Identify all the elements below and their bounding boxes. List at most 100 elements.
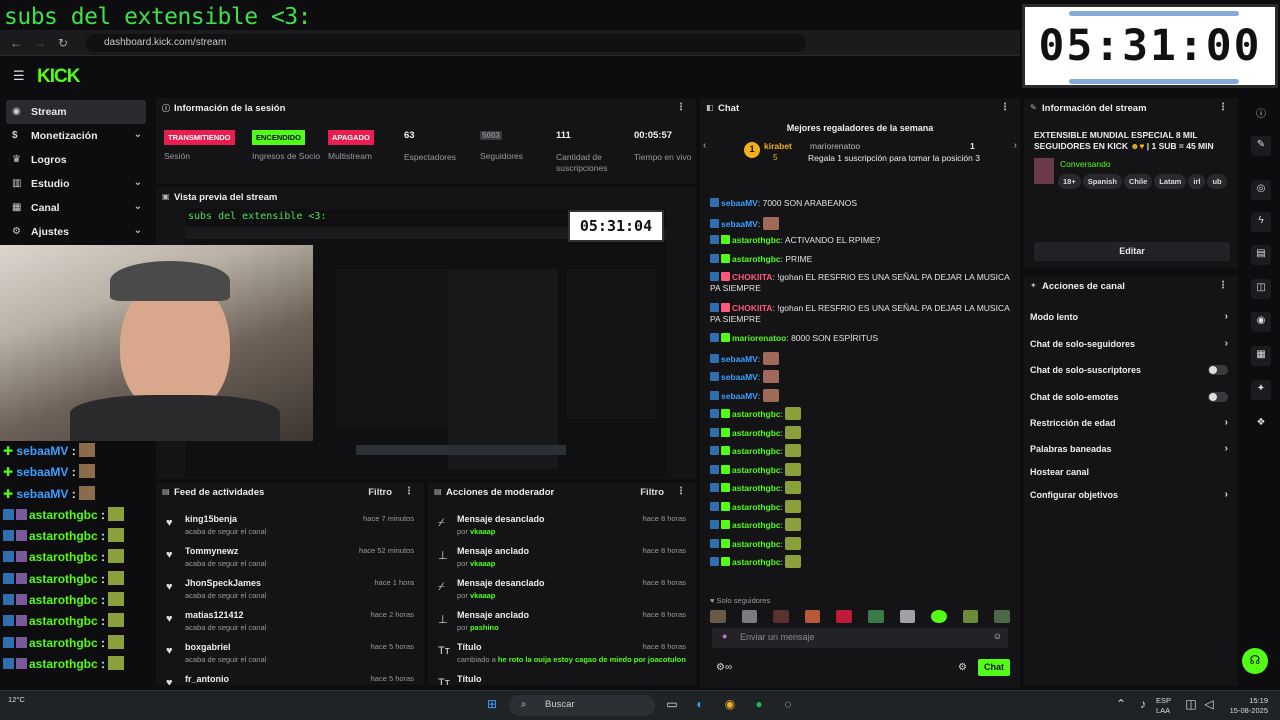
- emoji-icon[interactable]: ☺: [993, 631, 1002, 641]
- layout-icon[interactable]: ▦: [1251, 346, 1271, 366]
- gifter-name[interactable]: kirabet: [764, 141, 792, 151]
- mod-action-item[interactable]: ⊥ Mensaje anclado por vkaaap hace 8 horas: [428, 546, 696, 578]
- activity-username[interactable]: JhonSpeckJames: [185, 578, 261, 588]
- chatter-avatar[interactable]: [836, 610, 852, 623]
- activity-item[interactable]: ♥ king15benja acaba de seguir el canal hace…: [156, 514, 424, 546]
- stream-tag[interactable]: Latam: [1154, 174, 1187, 189]
- chrome-icon[interactable]: ◉: [721, 697, 739, 715]
- chatter-avatar[interactable]: [867, 610, 884, 623]
- volume-icon[interactable]: ◁: [1200, 697, 1218, 715]
- gift-cta[interactable]: Regala 1 suscripción para tomar la posic…: [808, 153, 980, 163]
- windows-start-icon[interactable]: ⊞: [483, 697, 501, 715]
- chat-username[interactable]: astarothgbc: [732, 483, 781, 493]
- chatter-avatar[interactable]: [773, 610, 789, 623]
- url-bar[interactable]: dashboard.kick.com/stream: [86, 34, 806, 52]
- sidebar-item-ajustes[interactable]: ⚙ Ajustes ⌄: [0, 220, 152, 244]
- sidebar-item-canal[interactable]: ▦ Canal ⌄: [0, 196, 152, 220]
- taskbar-search[interactable]: ⌕ Buscar: [509, 695, 655, 716]
- support-headset-icon[interactable]: ☊: [1242, 648, 1268, 674]
- chat-username[interactable]: sebaaMV: [721, 372, 758, 382]
- chat-username[interactable]: mariorenatoo: [732, 333, 786, 343]
- chevron-right-icon[interactable]: ›: [1014, 140, 1017, 151]
- chat-username[interactable]: astarothgbc: [732, 465, 781, 475]
- chevron-down-icon[interactable]: ⌄: [134, 177, 142, 188]
- gear-icon[interactable]: ⚙: [958, 662, 967, 673]
- mod-action-user[interactable]: vkaaap: [470, 527, 495, 536]
- stream-tag[interactable]: irl: [1188, 174, 1206, 189]
- kebab-menu-icon[interactable]: ⋮: [676, 102, 686, 113]
- activity-username[interactable]: boxgabriel: [185, 642, 231, 652]
- chat-username[interactable]: astarothgbc: [732, 502, 781, 512]
- reload-icon[interactable]: ↻: [58, 36, 68, 50]
- edge-icon[interactable]: ◐: [691, 697, 709, 715]
- clock-time[interactable]: 15:19: [1218, 696, 1268, 705]
- app-icon[interactable]: ◌: [779, 697, 797, 715]
- kebab-menu-icon[interactable]: ⋮: [1218, 102, 1228, 113]
- chat-username[interactable]: astarothgbc: [732, 520, 781, 530]
- stream-tag[interactable]: ub: [1207, 174, 1227, 189]
- mod-action-user-2[interactable]: por joacotulon: [634, 655, 686, 664]
- chat-username[interactable]: astarothgbc: [732, 539, 781, 549]
- chatter-avatar[interactable]: [994, 610, 1010, 623]
- kebab-menu-icon[interactable]: ⋮: [404, 486, 414, 497]
- gifter-next-user[interactable]: mariorenatoo: [810, 141, 860, 151]
- channel-action-chat-de-solo-suscriptores[interactable]: Chat de solo-suscriptores: [1030, 365, 1234, 375]
- chat-username[interactable]: astarothgbc: [732, 557, 781, 567]
- mod-action-user[interactable]: vkaaap: [470, 591, 495, 600]
- channel-action-restricci-n-de-edad[interactable]: Restricción de edad ›: [1030, 417, 1234, 428]
- chat-bubble-icon[interactable]: ◫: [1251, 279, 1271, 299]
- target-icon[interactable]: ◎: [1251, 180, 1271, 200]
- task-view-icon[interactable]: ▭: [663, 697, 681, 715]
- bolt-icon[interactable]: ϟ: [1251, 212, 1271, 232]
- forward-icon[interactable]: →: [34, 36, 46, 50]
- activity-item[interactable]: ♥ JhonSpeckJames acaba de seguir el canal h…: [156, 578, 424, 610]
- chat-username[interactable]: CHOKIITA: [732, 272, 772, 282]
- activity-username[interactable]: king15benja: [185, 514, 237, 524]
- back-icon[interactable]: ←: [10, 36, 22, 50]
- network-icon[interactable]: ◫: [1182, 697, 1200, 715]
- chat-username[interactable]: sebaaMV: [721, 198, 758, 208]
- chevron-down-icon[interactable]: ⌄: [134, 129, 142, 140]
- activity-filter-button[interactable]: Filtro: [368, 487, 392, 498]
- activity-item[interactable]: ♥ Tommynewz acaba de seguir el canal hace 5…: [156, 546, 424, 578]
- info-icon[interactable]: ⓘ: [1251, 102, 1271, 122]
- chat-message-input[interactable]: ● Enviar un mensaje ☺: [712, 628, 1008, 648]
- channel-action-chat-de-solo-emotes[interactable]: Chat de solo-emotes: [1030, 392, 1234, 402]
- sidebar-item-monetización[interactable]: $ Monetización ⌄: [0, 124, 152, 148]
- chatter-avatar[interactable]: [741, 610, 758, 623]
- edit-stream-button[interactable]: Editar: [1034, 242, 1230, 261]
- chevron-down-icon[interactable]: ⌄: [134, 225, 142, 236]
- chatter-avatar[interactable]: [962, 610, 979, 623]
- hamburger-menu-icon[interactable]: ☰: [13, 68, 25, 84]
- channel-action-hostear-canal[interactable]: Hostear canal: [1030, 467, 1234, 477]
- mic-tray-icon[interactable]: ♪: [1134, 697, 1152, 715]
- activity-username[interactable]: fr_antonio: [185, 674, 229, 684]
- clipboard-icon[interactable]: ▤: [1251, 245, 1271, 265]
- chevron-left-icon[interactable]: ‹: [703, 140, 706, 151]
- channel-action-configurar-objetivos[interactable]: Configurar objetivos ›: [1030, 489, 1234, 500]
- mod-action-item[interactable]: Tт Título: [428, 674, 696, 685]
- activity-item[interactable]: ♥ matias121412 acaba de seguir el canal hac…: [156, 610, 424, 642]
- stream-tag[interactable]: Spanish: [1082, 174, 1122, 189]
- activity-item[interactable]: ♥ fr_antonio hace 5 horas: [156, 674, 424, 685]
- channel-action-palabras-baneadas[interactable]: Palabras baneadas ›: [1030, 443, 1234, 454]
- kebab-menu-icon[interactable]: ⋮: [1218, 280, 1228, 291]
- toggle-switch[interactable]: [1208, 392, 1228, 402]
- chatter-avatar[interactable]: [899, 610, 916, 623]
- activity-item[interactable]: ♥ boxgabriel acaba de seguir el canal hace …: [156, 642, 424, 674]
- chat-username[interactable]: sebaaMV: [721, 219, 758, 229]
- channel-action-chat-de-solo-seguidores[interactable]: Chat de solo-seguidores ›: [1030, 338, 1234, 349]
- chat-username[interactable]: sebaaMV: [721, 391, 758, 401]
- mod-action-item[interactable]: ⌿ Mensaje desanclado por vkaaap hace 8 hora…: [428, 578, 696, 610]
- mod-action-user[interactable]: he roto la ouija estoy cagao de miedo: [498, 655, 632, 664]
- chatter-avatar[interactable]: [931, 610, 947, 623]
- stream-tag[interactable]: Chile: [1123, 174, 1153, 189]
- mod-action-user[interactable]: vkaaap: [470, 559, 495, 568]
- sidebar-item-estudio[interactable]: ▥ Estudio ⌄: [0, 172, 152, 196]
- stream-tag[interactable]: 18+: [1058, 174, 1081, 189]
- pencil-icon[interactable]: ✎: [1251, 136, 1271, 156]
- tray-chevron-icon[interactable]: ⌃: [1112, 697, 1130, 715]
- weather-widget[interactable]: 12°C: [8, 695, 25, 704]
- chat-username[interactable]: sebaaMV: [721, 354, 758, 364]
- chat-username[interactable]: astarothgbc: [732, 428, 781, 438]
